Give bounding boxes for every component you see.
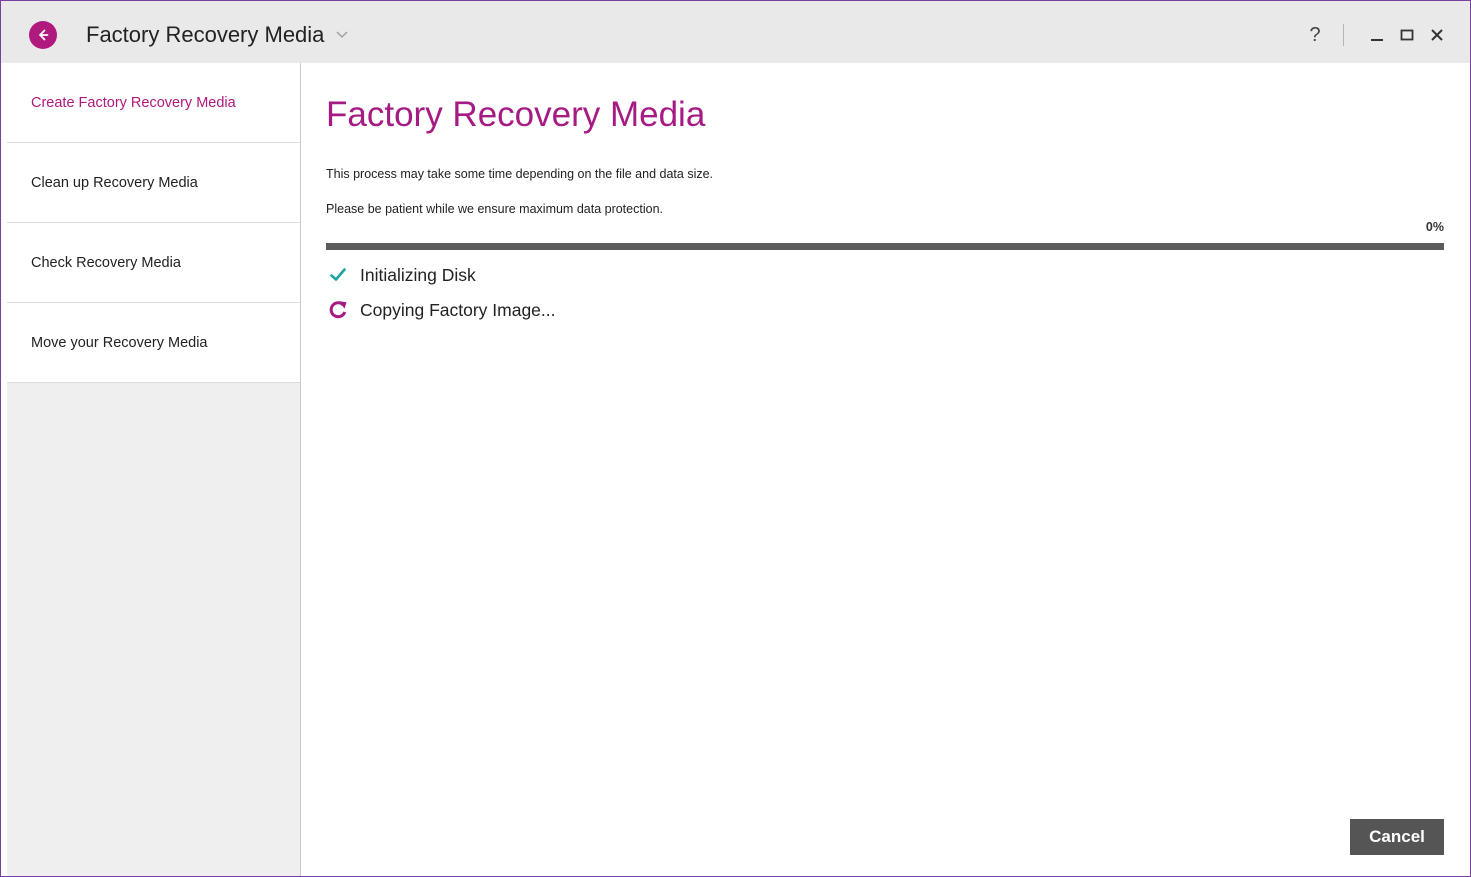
close-icon xyxy=(1431,29,1443,41)
sidebar-item-label: Move your Recovery Media xyxy=(31,334,208,351)
step-label: Initializing Disk xyxy=(360,264,476,285)
sidebar-item-label: Create Factory Recovery Media xyxy=(31,94,236,111)
step-copying-factory-image: Copying Factory Image... xyxy=(326,298,556,322)
help-button[interactable]: ? xyxy=(1303,24,1327,47)
minimize-button[interactable] xyxy=(1366,24,1388,46)
minimize-icon xyxy=(1371,39,1383,41)
check-icon xyxy=(326,263,350,287)
description-line-2: Please be patient while we ensure maximu… xyxy=(326,202,663,216)
step-label: Copying Factory Image... xyxy=(360,299,556,320)
sidebar-item-move-recovery-media[interactable]: Move your Recovery Media xyxy=(7,303,300,383)
app-window: Factory Recovery Media ? Create Factory … xyxy=(0,0,1471,877)
main-content: Factory Recovery Media This process may … xyxy=(326,63,1446,876)
close-button[interactable] xyxy=(1426,24,1448,46)
sidebar-item-check-recovery-media[interactable]: Check Recovery Media xyxy=(7,223,300,303)
chevron-down-icon[interactable] xyxy=(334,26,350,42)
sidebar-item-create-factory-recovery-media[interactable]: Create Factory Recovery Media xyxy=(7,63,300,143)
window-controls: ? xyxy=(1303,21,1448,49)
progress-percent: 0% xyxy=(1425,220,1444,234)
back-button[interactable] xyxy=(29,21,57,49)
arrow-left-icon xyxy=(39,29,49,41)
title-bar-divider xyxy=(1343,24,1344,46)
sidebar-item-label: Check Recovery Media xyxy=(31,254,181,271)
sidebar-nav: Create Factory Recovery Media Clean up R… xyxy=(7,63,301,876)
window-title: Factory Recovery Media xyxy=(86,22,325,47)
title-bar: Factory Recovery Media ? xyxy=(1,1,1470,63)
sidebar-item-label: Clean up Recovery Media xyxy=(31,174,198,191)
cancel-button[interactable]: Cancel xyxy=(1350,819,1444,855)
maximize-icon xyxy=(1400,29,1414,41)
refresh-icon xyxy=(326,298,350,322)
maximize-button[interactable] xyxy=(1396,24,1418,46)
description-line-1: This process may take some time dependin… xyxy=(326,167,714,181)
sidebar-item-clean-up-recovery-media[interactable]: Clean up Recovery Media xyxy=(7,143,300,223)
progress-bar xyxy=(326,243,1444,250)
page-title: Factory Recovery Media xyxy=(326,95,706,134)
step-initializing-disk: Initializing Disk xyxy=(326,263,476,287)
